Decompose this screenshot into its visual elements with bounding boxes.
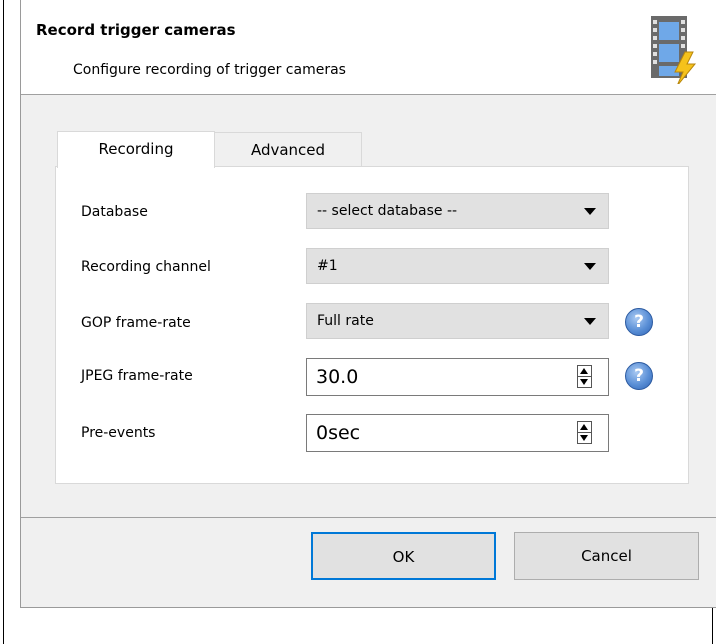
tab-recording[interactable]: Recording [57, 131, 215, 168]
jpeg-frame-rate-value: 30.0 [316, 366, 359, 388]
dialog-title: Record trigger cameras [36, 21, 236, 39]
stepper-divider [578, 432, 591, 433]
jpeg-frame-rate-label: JPEG frame-rate [81, 368, 193, 384]
dialog-header: Record trigger cameras Configure recordi… [21, 0, 716, 95]
outer-frame-left [3, 0, 4, 644]
recording-channel-label: Recording channel [81, 259, 211, 275]
gop-help-icon[interactable]: ? [625, 308, 653, 336]
gop-frame-rate-label: GOP frame-rate [81, 315, 191, 331]
database-select-value: -- select database -- [317, 203, 458, 219]
jpeg-help-icon[interactable]: ? [625, 362, 653, 390]
arrow-down-icon[interactable] [580, 379, 588, 385]
chevron-down-icon [584, 208, 596, 215]
stepper-divider [578, 376, 591, 377]
database-label: Database [81, 204, 148, 220]
film-lightning-icon [651, 16, 697, 84]
tab-advanced[interactable]: Advanced [215, 132, 362, 168]
record-trigger-cameras-dialog: Record trigger cameras Configure recordi… [20, 0, 716, 608]
cancel-button[interactable]: Cancel [514, 532, 699, 580]
arrow-up-icon[interactable] [580, 368, 588, 374]
jpeg-frame-rate-spinbox[interactable]: 30.0 [306, 358, 609, 396]
database-select[interactable]: -- select database -- [306, 193, 609, 229]
spin-stepper[interactable] [577, 365, 592, 388]
footer-divider [21, 517, 716, 518]
recording-channel-select-value: #1 [317, 258, 338, 274]
gop-frame-rate-select[interactable]: Full rate [306, 303, 609, 339]
chevron-down-icon [584, 263, 596, 270]
spin-stepper[interactable] [577, 421, 592, 444]
pre-events-label: Pre-events [81, 425, 156, 441]
pre-events-spinbox[interactable]: 0sec [306, 414, 609, 452]
gop-frame-rate-select-value: Full rate [317, 313, 374, 329]
chevron-down-icon [584, 318, 596, 325]
pre-events-value: 0sec [316, 422, 361, 444]
ok-button[interactable]: OK [311, 532, 496, 580]
dialog-subtitle: Configure recording of trigger cameras [73, 62, 346, 78]
arrow-down-icon[interactable] [580, 435, 588, 441]
recording-channel-select[interactable]: #1 [306, 248, 609, 284]
arrow-up-icon[interactable] [580, 424, 588, 430]
